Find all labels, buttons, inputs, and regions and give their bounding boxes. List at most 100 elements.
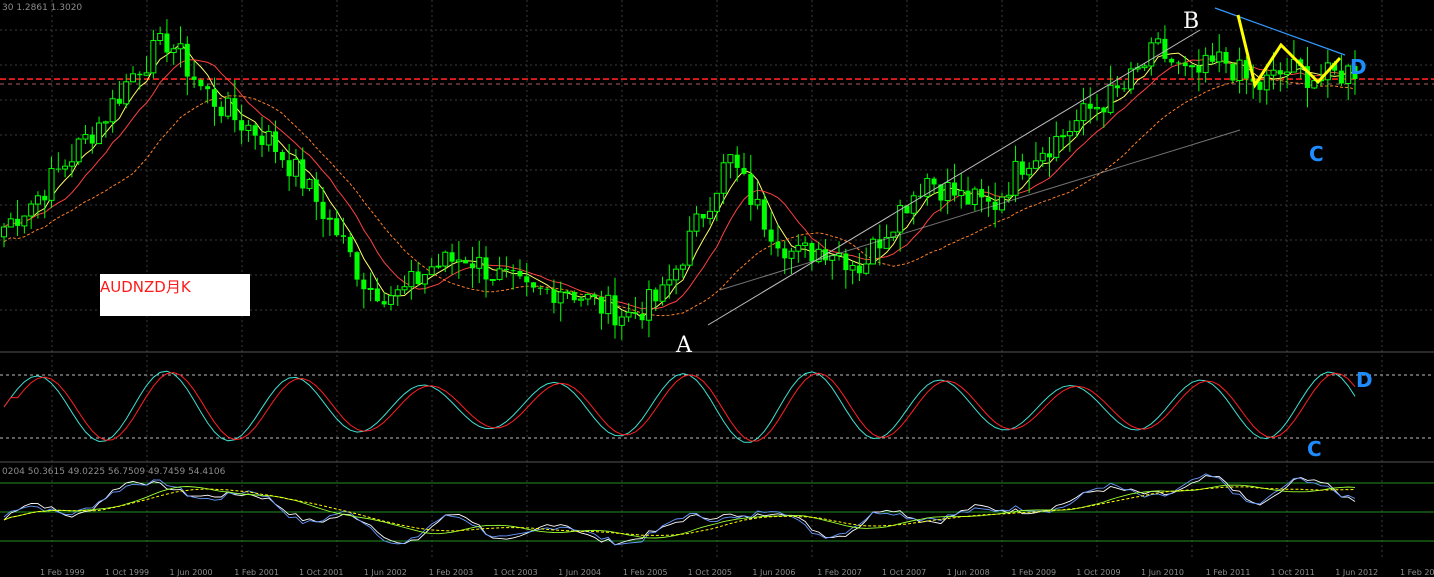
candle-body-bull	[584, 293, 591, 300]
candle-body-bull	[75, 138, 82, 163]
candle-body-bear	[1223, 52, 1229, 64]
channel-lower-line	[719, 129, 1241, 291]
candle-body-bear	[232, 98, 238, 121]
candle-body-bull	[1012, 160, 1019, 196]
candle-body-bear	[320, 201, 326, 219]
candle-body-bull	[306, 179, 313, 189]
candle-body-bull	[143, 72, 150, 76]
candle-body-bear	[503, 268, 509, 271]
channel-upper-line	[707, 29, 1201, 326]
candle-body-bear	[483, 257, 489, 280]
stoch-main-line	[3, 370, 1356, 443]
candle-body-bull	[564, 291, 571, 294]
candle-body-bull	[1039, 152, 1046, 162]
candle-body-bear	[931, 178, 937, 185]
candle-body-bear	[544, 288, 550, 290]
x-tick-label: 1 Jun 2000	[170, 568, 213, 577]
candle-body-bear	[809, 243, 815, 262]
candle-body-bull	[1148, 42, 1155, 67]
candle-body-bull	[68, 161, 75, 167]
candle-body-bull	[150, 40, 157, 74]
candle-body-bear	[571, 291, 577, 301]
candle-body-bear	[517, 271, 523, 277]
wave-point-c-osc: C	[1307, 437, 1322, 461]
candle-body-bear	[1121, 88, 1127, 90]
x-tick-label: 1 Feb 2013	[1400, 568, 1434, 577]
candle-body-bull	[625, 311, 632, 318]
wave-point-c-price: C	[1309, 142, 1324, 166]
candle-body-bear	[1101, 107, 1107, 113]
candle-body-bear	[768, 229, 774, 242]
candle-body-bull	[489, 278, 496, 281]
candle-body-bear	[537, 287, 543, 289]
x-tick-label: 1 Jun 2002	[364, 568, 407, 577]
candle-body-bear	[985, 197, 991, 202]
candle-body-bear	[639, 313, 645, 321]
candle-body-bull	[1216, 51, 1223, 63]
candle-body-bull	[157, 33, 164, 42]
candle-body-bear	[1257, 81, 1263, 90]
candle-body-bull	[618, 316, 625, 326]
candle-body-bull	[82, 134, 89, 140]
candle-body-bear	[184, 43, 190, 77]
candle-body-bull	[1053, 135, 1060, 158]
candle-body-bull	[754, 198, 761, 206]
candle-body-bear	[469, 263, 475, 269]
candle-body-bear	[286, 160, 292, 177]
x-tick-label: 1 Oct 2005	[688, 568, 732, 577]
x-tick-label: 1 Feb 2001	[234, 568, 279, 577]
candle-body-bull	[109, 98, 116, 123]
candle-body-bull	[408, 270, 415, 288]
candle-body-bear	[211, 89, 217, 107]
candle-body-bull	[1066, 131, 1073, 137]
candle-body-bear	[1114, 85, 1120, 89]
candle-body-bear	[116, 98, 122, 104]
candle-body-bull	[693, 213, 700, 232]
candle-body-bull	[863, 263, 870, 274]
candle-body-bull	[48, 168, 55, 201]
candle-body-bull	[679, 264, 686, 270]
candle-body-bull	[401, 286, 408, 291]
candle-body-bear	[1230, 63, 1236, 81]
candle-body-bear	[205, 86, 211, 90]
x-tick-label: 1 Oct 2003	[493, 568, 537, 577]
candle-body-bull	[428, 266, 435, 276]
candle-body-bear	[15, 218, 21, 226]
candle-body-bull	[455, 259, 462, 263]
candle-body-bull	[367, 287, 374, 290]
candle-body-bear	[592, 294, 598, 297]
candle-body-bull	[265, 130, 272, 146]
candle-body-bull	[1263, 74, 1270, 91]
candle-body-bear	[1175, 62, 1181, 64]
candle-body-bull	[1107, 84, 1114, 113]
candle-body-bear	[42, 195, 48, 201]
candle-body-bull	[1236, 59, 1243, 82]
candle-body-bear	[775, 241, 781, 249]
candle-body-bull	[727, 154, 734, 164]
candle-body-bull	[1141, 65, 1148, 69]
x-tick-label: 1 Feb 2005	[623, 568, 668, 577]
candle-body-bear	[259, 135, 265, 145]
candle-body-bear	[218, 106, 224, 117]
candle-body-bear	[1169, 58, 1175, 63]
candle-body-bear	[1182, 62, 1188, 67]
candle-body-bull	[557, 291, 564, 304]
candle-body-bull	[421, 274, 428, 285]
x-tick-label: 1 Oct 1999	[105, 568, 149, 577]
candle-body-bull	[1060, 135, 1067, 138]
candle-body-bull	[788, 250, 795, 259]
candle-body-bear	[632, 312, 638, 314]
candle-body-bull	[673, 268, 680, 281]
candle-body-bull	[1026, 167, 1033, 176]
candle-body-bull	[910, 195, 917, 214]
x-tick-label: 1 Jun 2006	[752, 568, 795, 577]
candle-body-bull	[7, 218, 14, 228]
candle-body-bear	[354, 252, 360, 280]
candle-body-bull	[496, 268, 503, 280]
candle-body-bear	[551, 289, 557, 303]
candle-body-bear	[1277, 70, 1283, 75]
candle-body-bear	[300, 159, 306, 189]
price-info-header: 30 1.2861 1.3020	[2, 3, 82, 13]
candle-body-bull	[605, 294, 612, 315]
candle-body-bear	[598, 296, 604, 314]
